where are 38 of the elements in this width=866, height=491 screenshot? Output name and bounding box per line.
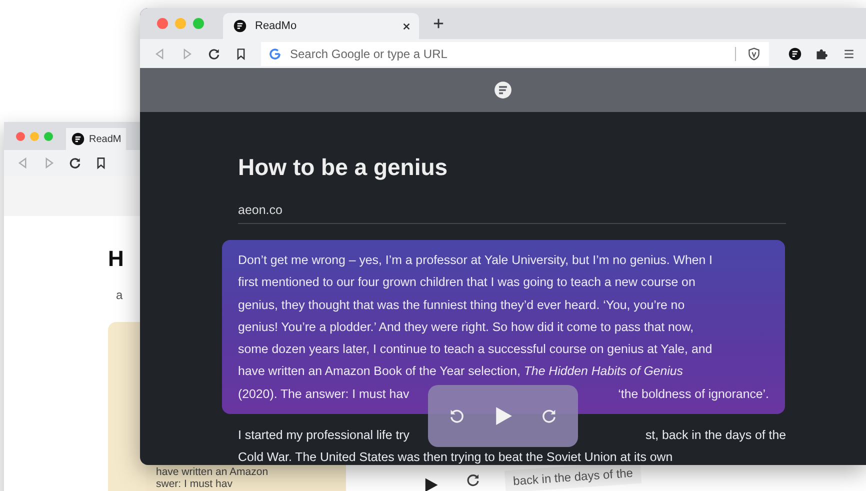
puzzle-icon[interactable] <box>815 46 829 60</box>
app-logo-icon <box>71 132 85 146</box>
paragraph-line: (2020). The answer: I must hav <box>238 386 410 403</box>
extension-logo-icon[interactable] <box>788 46 802 60</box>
reload-icon[interactable] <box>68 156 82 170</box>
close-dot-icon[interactable] <box>157 18 168 29</box>
paragraph-line: genius! You’re a plodder.’ And they were right. So how did it come to pass that now, <box>238 318 694 336</box>
paragraph-line: first mentioned to our four grown children that I was going to teach a new course on <box>238 274 696 292</box>
maximize-dot-icon[interactable] <box>193 18 204 29</box>
paragraph-line: genius, they thought that was the funniest thing they’d ever heard. ‘You, you’re no <box>238 296 685 314</box>
minimize-dot-icon[interactable] <box>30 132 39 140</box>
shield-icon[interactable] <box>747 46 761 60</box>
paragraph-line: ‘the boldness of ignorance’. <box>618 386 769 403</box>
address-bar[interactable]: Search Google or type a URL <box>261 42 769 66</box>
app-logo-icon <box>233 19 247 33</box>
article-source: a <box>116 288 123 302</box>
search-engine-icon <box>269 48 281 60</box>
paragraph-line: I started my professional life try <box>238 427 410 444</box>
paragraph-line: Don’t get me wrong – yes, I’m a professor at Yale University, but I’m no genius. When I <box>238 252 712 269</box>
rewind-icon[interactable] <box>448 407 466 425</box>
maximize-dot-icon[interactable] <box>44 132 53 140</box>
app-logo-icon[interactable] <box>494 81 512 99</box>
paragraph-line: have written an Amazon Book of the Year selection, The Hidden Habits of Genius <box>238 363 683 380</box>
browser-tab[interactable]: ReadMo <box>223 13 419 39</box>
minimize-dot-icon[interactable] <box>175 18 186 29</box>
browser-tab[interactable]: ReadM <box>66 128 126 150</box>
new-tab-icon[interactable] <box>433 18 444 29</box>
article-source: aeon.co <box>238 203 786 224</box>
forward-icon[interactable] <box>465 472 481 488</box>
close-icon[interactable] <box>402 22 411 30</box>
article-text: have written an Amazon <box>156 466 270 478</box>
article-title: H <box>108 246 124 272</box>
reload-icon[interactable] <box>207 46 221 60</box>
paragraph-line: st, back in the days of the <box>645 427 786 444</box>
article-title: How to be a genius <box>238 154 449 181</box>
close-dot-icon[interactable] <box>16 132 25 140</box>
paragraph-line: some dozen years later, I continue to teach a successful course on genius at Yale, and <box>238 341 712 358</box>
article-text: swer: I must hav <box>156 478 234 490</box>
